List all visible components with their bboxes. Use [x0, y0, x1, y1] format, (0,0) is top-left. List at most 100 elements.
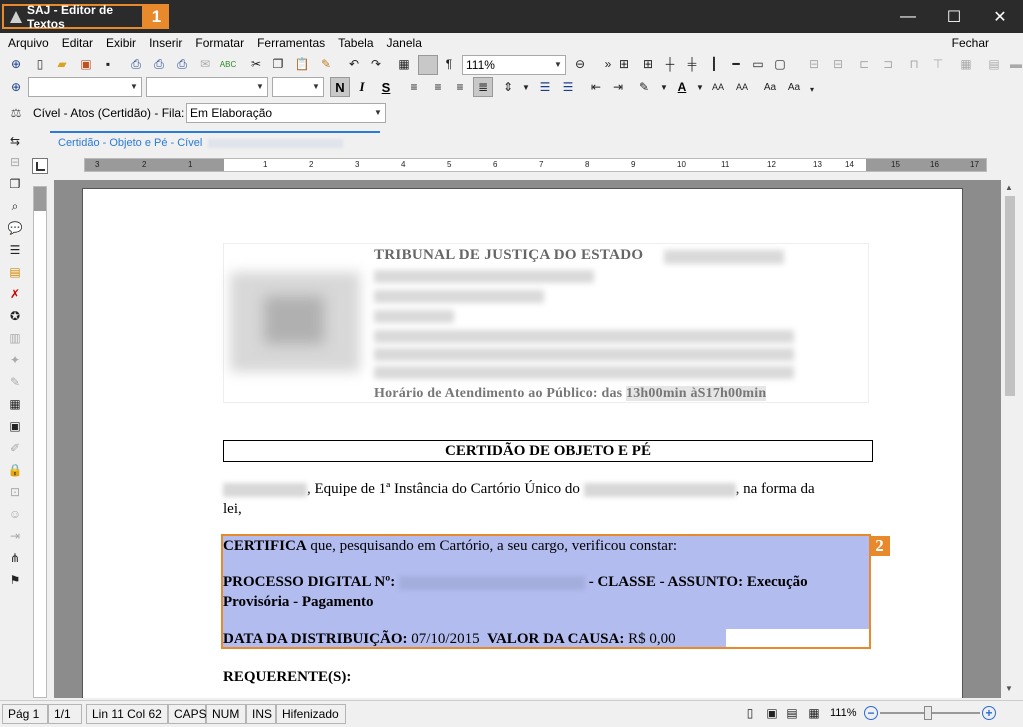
vertical-scrollbar[interactable]: ▲ ▼	[1001, 180, 1019, 698]
redo-icon[interactable]: ↷	[368, 56, 384, 72]
draft-view-icon[interactable]: ▤	[784, 705, 800, 721]
insert-col-icon[interactable]: ⊐	[880, 56, 896, 72]
grid-icon[interactable]: ▥	[7, 330, 23, 346]
paint-icon[interactable]: ⚑	[7, 572, 23, 588]
page-view-icon[interactable]: ▯	[742, 705, 758, 721]
close-button[interactable]: ✕	[977, 0, 1023, 33]
change-type-icon[interactable]: ⇆	[7, 133, 23, 149]
zoom-slider-thumb[interactable]	[924, 706, 932, 720]
align-left-icon[interactable]: ≡	[406, 79, 422, 95]
table-row-icon[interactable]: ━	[728, 56, 744, 72]
font-name-combo[interactable]: ▼	[146, 77, 268, 97]
decrease-indent-icon[interactable]: ⇤	[588, 79, 604, 95]
font-size-combo[interactable]: ▼	[272, 77, 324, 97]
align-right-icon[interactable]: ≡	[452, 79, 468, 95]
menu-ferramentas[interactable]: Ferramentas	[257, 36, 325, 50]
maximize-button[interactable]: ☐	[931, 0, 977, 33]
insert-row-icon[interactable]: ⊏	[856, 56, 872, 72]
font-color-icon[interactable]: A	[674, 79, 690, 95]
toggle-case-icon[interactable]: Aa	[786, 79, 802, 95]
increase-indent-icon[interactable]: ⇥	[610, 79, 626, 95]
line-spacing-dropdown-icon[interactable]: ▼	[518, 79, 534, 95]
table-lines-icon[interactable]: ╪	[684, 56, 700, 72]
paragraph-marks-icon[interactable]: ¶	[441, 56, 457, 72]
menu-janela[interactable]: Janela	[387, 36, 422, 50]
new-icon[interactable]: ⊕	[8, 56, 24, 72]
menu-tabela[interactable]: Tabela	[338, 36, 373, 50]
align-center-icon[interactable]: ≡	[430, 79, 446, 95]
menu-fechar[interactable]: Fechar	[952, 36, 989, 50]
certificate-icon[interactable]: ▤	[7, 264, 23, 280]
menu-editar[interactable]: Editar	[62, 36, 93, 50]
italic-button[interactable]: I	[354, 79, 370, 95]
menu-arquivo[interactable]: Arquivo	[8, 36, 49, 50]
insert-table-icon[interactable]: ▦	[396, 56, 412, 72]
person-icon[interactable]: ☺	[7, 506, 23, 522]
stamp-icon[interactable]: ✦	[7, 352, 23, 368]
award-icon[interactable]: ✪	[7, 308, 23, 324]
table-border-icon[interactable]: ▭	[750, 56, 766, 72]
model-icon[interactable]: ▣	[7, 418, 23, 434]
numbered-list-icon[interactable]: ☰	[560, 79, 576, 95]
table-cross-icon[interactable]: ┼	[662, 56, 678, 72]
document-page[interactable]: TRIBUNAL DE JUSTIÇA DO ESTADO Horário de…	[82, 188, 963, 698]
merge-cells-icon[interactable]: ⊟	[806, 56, 822, 72]
chevrons-icon[interactable]: »	[600, 56, 616, 72]
export-icon[interactable]: ⇥	[7, 528, 23, 544]
calendar-icon[interactable]: ▦	[7, 396, 23, 412]
copy-icon[interactable]: ❐	[270, 56, 286, 72]
cut-icon[interactable]: ✂	[248, 56, 264, 72]
scroll-down-icon[interactable]: ▼	[1005, 684, 1013, 693]
comment-icon[interactable]: 💬	[7, 220, 23, 236]
menu-inserir[interactable]: Inserir	[149, 36, 182, 50]
unlock-icon[interactable]: ⊡	[7, 484, 23, 500]
line-spacing-icon[interactable]: ⇕	[500, 79, 516, 95]
scroll-up-icon[interactable]: ▲	[1005, 183, 1013, 192]
print-icon[interactable]: ⎙	[128, 56, 144, 72]
share-icon[interactable]: ⋔	[7, 550, 23, 566]
vertical-ruler[interactable]	[33, 186, 47, 698]
split-cells-icon[interactable]: ⊟	[830, 56, 846, 72]
zoom-out-icon[interactable]: ⊖	[572, 56, 588, 72]
shrink-font-icon[interactable]: AA	[734, 79, 750, 95]
justify-icon[interactable]: ≣	[473, 77, 493, 97]
scroll-thumb[interactable]	[1005, 196, 1015, 396]
email-icon[interactable]: ✉	[197, 56, 213, 72]
zoom-in-button[interactable]: +	[982, 706, 996, 720]
documents-icon[interactable]: ❐	[7, 176, 23, 192]
print-preview-icon[interactable]: ⎙	[151, 56, 167, 72]
search-documents-icon[interactable]: ⌕	[7, 198, 23, 214]
bold-button[interactable]: N	[330, 77, 350, 97]
table-grid-icon[interactable]: ⊞	[640, 56, 656, 72]
style-combo[interactable]: ▼	[28, 77, 142, 97]
menu-formatar[interactable]: Formatar	[195, 36, 244, 50]
delete-col-icon[interactable]: ⊤	[930, 56, 946, 72]
undo-icon[interactable]: ↶	[346, 56, 362, 72]
sign-icon[interactable]: ✎	[7, 374, 23, 390]
more-dropdown-icon[interactable]: ▾	[804, 81, 820, 97]
zoom-out-button[interactable]: −	[864, 706, 878, 720]
queue-select[interactable]: Em Elaboração ▼	[186, 103, 386, 123]
flow-icon[interactable]: ⊟	[7, 154, 23, 170]
blank-document-icon[interactable]: ▯	[32, 56, 48, 72]
paste-icon[interactable]: 📋	[294, 56, 310, 72]
show-grid-icon[interactable]	[418, 55, 438, 75]
bullet-list-icon[interactable]: ☰	[537, 79, 553, 95]
outline-view-icon[interactable]: ▦	[806, 705, 822, 721]
highlight-dropdown-icon[interactable]: ▼	[656, 79, 672, 95]
list-icon[interactable]: ☰	[7, 242, 23, 258]
grow-font-icon[interactable]: AA	[710, 79, 726, 95]
zoom-combo[interactable]: 111% ▼	[462, 55, 566, 75]
tab-certidao[interactable]: Certidão - Objeto e Pé - Cível	[50, 131, 380, 153]
tab-stop-selector[interactable]	[32, 158, 48, 174]
save-icon[interactable]: ▪	[100, 56, 116, 72]
cell-split-icon[interactable]: ⊞	[616, 56, 632, 72]
menu-exibir[interactable]: Exibir	[106, 36, 136, 50]
format-painter-icon[interactable]: ✎	[318, 56, 334, 72]
spellcheck-icon[interactable]: ABC	[220, 56, 236, 72]
open-template-icon[interactable]: ▣	[78, 56, 94, 72]
underline-button[interactable]: S	[378, 79, 394, 95]
web-view-icon[interactable]: ▣	[764, 705, 780, 721]
horizontal-ruler[interactable]: 3 2 1 1 2 3 4 5 6 7 8 9 10 11 12 13 14 1…	[84, 158, 987, 172]
document-area[interactable]: TRIBUNAL DE JUSTIÇA DO ESTADO Horário de…	[54, 180, 1001, 698]
